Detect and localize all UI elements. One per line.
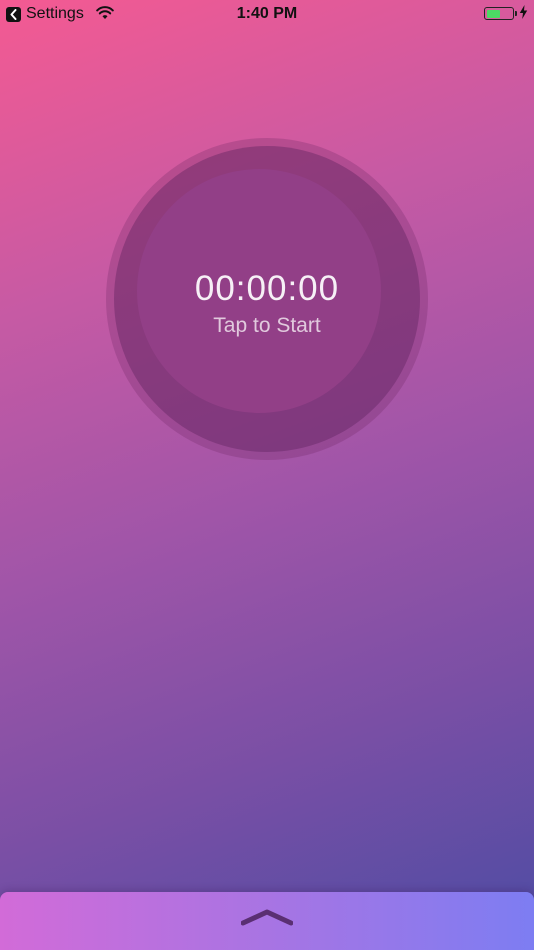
battery-icon bbox=[484, 7, 517, 20]
timer-display: 00:00:00 bbox=[194, 269, 340, 308]
timer-dial[interactable]: 00:00:00 Tap to Start bbox=[106, 138, 428, 460]
bottom-drawer-handle[interactable] bbox=[0, 892, 534, 950]
battery-level bbox=[486, 9, 501, 18]
battery-cap bbox=[515, 11, 517, 16]
status-bar: Settings 1:40 PM bbox=[0, 0, 534, 28]
status-time: 1:40 PM bbox=[236, 5, 298, 22]
chevron-up-icon bbox=[240, 906, 294, 933]
tap-to-start-hint: Tap to Start bbox=[213, 314, 321, 337]
charging-bolt-icon bbox=[519, 5, 528, 24]
